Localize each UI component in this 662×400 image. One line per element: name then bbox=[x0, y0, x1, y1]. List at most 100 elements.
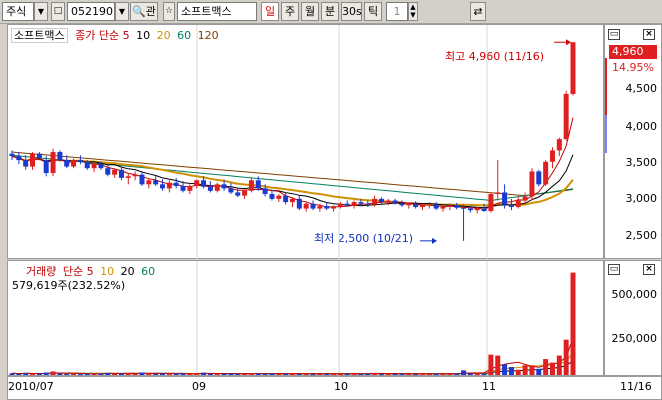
code-menu-icon[interactable]: □ bbox=[51, 2, 65, 21]
candle-body bbox=[105, 168, 111, 175]
candle-body bbox=[495, 192, 501, 195]
volume-bar bbox=[419, 373, 425, 375]
volume-bar bbox=[522, 365, 528, 375]
ma-120-line bbox=[11, 151, 574, 197]
period-week-tab[interactable]: 주 bbox=[281, 2, 299, 21]
stock-name-field: 소프트맥스 bbox=[177, 2, 257, 21]
candle-body bbox=[262, 188, 268, 195]
candle-body bbox=[529, 171, 535, 197]
candle-body bbox=[454, 205, 460, 208]
candle-body bbox=[187, 185, 193, 191]
stock-code-input[interactable]: 052190 bbox=[67, 2, 115, 21]
volume-bar bbox=[255, 373, 261, 375]
toolbar: 주식 ▼ □ 052190 ▼ 🔍관 ☆ 소프트맥스 일 주 월 분 30s 틱… bbox=[0, 0, 662, 24]
volume-bar bbox=[556, 355, 562, 375]
candle-body bbox=[248, 180, 254, 191]
price-chart-panel[interactable]: 소프트맥스 종가 단순 5 10 20 60 120 최고 4,960 (11/… bbox=[7, 24, 604, 260]
candle-body bbox=[461, 207, 467, 209]
volume-bar bbox=[228, 373, 234, 375]
toggle-panel-icon[interactable]: ⇄ bbox=[470, 2, 486, 21]
x-axis: 2010/07 09 10 11 11/16 bbox=[7, 376, 662, 400]
volume-bar bbox=[173, 373, 179, 375]
period-tick-tab[interactable]: 틱 bbox=[364, 2, 382, 21]
candle-body bbox=[556, 139, 562, 151]
candle-body bbox=[30, 153, 36, 167]
volume-bar bbox=[365, 373, 371, 375]
panel-mini-icon[interactable]: ▭ bbox=[608, 29, 620, 40]
market-dropdown-icon[interactable]: ▼ bbox=[34, 2, 48, 21]
volume-bar bbox=[454, 373, 460, 375]
candle-body bbox=[515, 200, 521, 207]
close-icon[interactable]: × bbox=[643, 264, 655, 275]
volume-bar bbox=[77, 374, 83, 376]
volume-bar bbox=[125, 373, 131, 375]
candle-body bbox=[310, 203, 316, 209]
volume-bar bbox=[57, 373, 63, 375]
interval-input[interactable]: 1 bbox=[386, 2, 408, 21]
candle-body bbox=[153, 180, 159, 185]
candle-body bbox=[160, 184, 166, 189]
x-tick: 2010/07 bbox=[8, 380, 54, 393]
volume-chart-panel[interactable]: 거래량 단순 5 10 20 60 579,619주(232.52%) bbox=[7, 260, 604, 377]
volume-bar bbox=[180, 373, 186, 375]
candle-body bbox=[488, 194, 494, 211]
market-select[interactable]: 주식 bbox=[2, 2, 34, 21]
candle-body bbox=[522, 196, 528, 201]
volume-bar bbox=[235, 373, 241, 375]
volume-bar bbox=[536, 368, 542, 375]
candle-body bbox=[242, 190, 248, 196]
candle-body bbox=[474, 208, 480, 211]
search-button[interactable]: 🔍관 bbox=[130, 2, 158, 21]
period-30s-tab[interactable]: 30s bbox=[341, 2, 362, 21]
volume-bar bbox=[563, 339, 569, 375]
close-icon[interactable]: × bbox=[643, 29, 655, 40]
panel-mini-icon[interactable]: ▭ bbox=[608, 264, 620, 275]
volume-bar bbox=[105, 372, 111, 375]
price-y-tick: 3,500 bbox=[625, 156, 658, 169]
candle-body bbox=[255, 180, 261, 189]
period-month-tab[interactable]: 월 bbox=[301, 2, 319, 21]
volume-bar bbox=[71, 373, 77, 375]
star-icon[interactable]: ☆ bbox=[163, 2, 175, 21]
candle-body bbox=[283, 195, 289, 203]
volume-bar bbox=[385, 373, 391, 375]
period-minute-tab[interactable]: 분 bbox=[321, 2, 339, 21]
candle-body bbox=[324, 206, 330, 209]
x-tick: 11/16 bbox=[620, 380, 652, 393]
candle-body bbox=[173, 182, 179, 186]
candle-body bbox=[337, 203, 343, 207]
volume-bar bbox=[43, 372, 49, 375]
volume-bar bbox=[132, 373, 138, 375]
candle-body bbox=[180, 185, 186, 191]
volume-bar bbox=[447, 373, 453, 375]
volume-bar bbox=[495, 355, 501, 375]
volume-bar bbox=[153, 373, 159, 375]
candle-body bbox=[502, 192, 508, 205]
candle-body bbox=[433, 204, 439, 209]
candle-body bbox=[563, 93, 569, 140]
code-dropdown-icon[interactable]: ▼ bbox=[115, 2, 129, 21]
last-price-badge: 4,960 bbox=[609, 45, 657, 59]
stock-name-value: 소프트맥스 bbox=[181, 5, 232, 18]
candle-body bbox=[71, 160, 77, 167]
candle-body bbox=[290, 198, 295, 203]
volume-bar bbox=[358, 373, 364, 375]
candle-body bbox=[201, 180, 207, 187]
volume-bar bbox=[502, 364, 508, 375]
market-value: 주식 bbox=[6, 5, 27, 18]
price-axis: ▭ × 4,960 14.95% 4,500 4,000 3,500 3,000… bbox=[604, 24, 662, 259]
volume-bar bbox=[461, 370, 467, 375]
volume-bar bbox=[221, 373, 227, 375]
candle-body bbox=[118, 169, 124, 178]
candle-body bbox=[9, 153, 15, 157]
volume-bar bbox=[146, 373, 152, 375]
volume-axis: ▭ × 500,000 250,000 bbox=[604, 260, 662, 376]
volume-bar bbox=[276, 373, 282, 375]
volume-bar bbox=[303, 373, 309, 375]
volume-bar bbox=[242, 373, 248, 375]
interval-spinner[interactable]: ▲ ▼ bbox=[408, 2, 418, 21]
volume-bar bbox=[30, 374, 36, 376]
period-day-tab[interactable]: 일 bbox=[261, 2, 279, 21]
volume-bar bbox=[351, 373, 357, 375]
volume-bar bbox=[296, 373, 302, 375]
